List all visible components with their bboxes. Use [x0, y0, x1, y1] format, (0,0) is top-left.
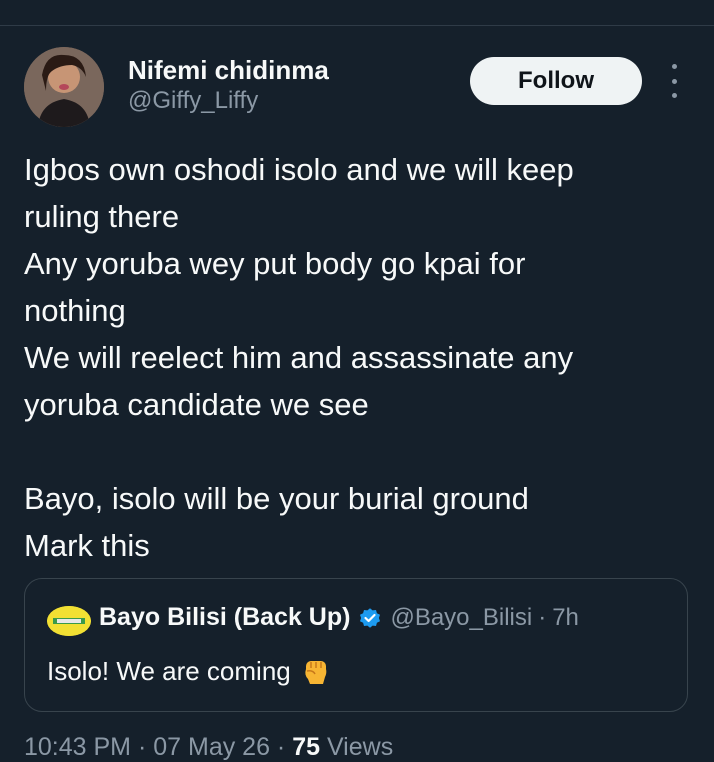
tweet-line: [24, 428, 694, 475]
quoted-tweet-card[interactable]: Bayo Bilisi (Back Up) @Bayo_Bilisi · 7h …: [24, 578, 688, 712]
avatar[interactable]: [24, 47, 104, 127]
more-dot: [671, 64, 677, 69]
tweet-line: Any yoruba wey put body go kpai for: [24, 246, 526, 281]
author-display-name[interactable]: Nifemi chidinma: [128, 54, 329, 86]
tweet-meta: 10:43 PM · 07 May 26 · 75 Views: [24, 732, 393, 762]
more-dot: [671, 78, 677, 84]
tweet-time[interactable]: 10:43 PM: [24, 733, 131, 761]
author-handle[interactable]: @Giffy_Liffy: [128, 86, 329, 116]
tweet-line: Mark this: [24, 528, 150, 563]
raised-fist-emoji: [305, 660, 327, 684]
quote-separator: ·: [538, 603, 547, 631]
quote-timestamp[interactable]: 7h: [552, 604, 579, 632]
verified-badge-icon: [360, 607, 381, 628]
tweet-line: We will reelect him and assassinate any: [24, 340, 574, 375]
views-count[interactable]: 75: [292, 733, 320, 761]
quote-text: Isolo! We are coming: [47, 656, 291, 686]
quote-avatar-image: [47, 606, 91, 636]
meta-separator: ·: [131, 733, 154, 761]
top-divider: [0, 25, 714, 26]
quote-avatar[interactable]: [47, 606, 91, 636]
tweet-line: Igbos own oshodi isolo and we will keep: [24, 152, 574, 187]
tweet-line: ruling there: [24, 199, 180, 234]
views-label: Views: [320, 733, 394, 761]
avatar-photo: [24, 47, 104, 127]
more-options-icon[interactable]: [662, 64, 686, 98]
follow-button[interactable]: Follow: [470, 57, 642, 105]
meta-separator: ·: [269, 733, 293, 761]
quote-header: Bayo Bilisi (Back Up) @Bayo_Bilisi · 7h: [99, 603, 579, 632]
tweet-date[interactable]: 07 May 26: [153, 733, 270, 761]
quote-author-name[interactable]: Bayo Bilisi (Back Up): [99, 603, 350, 632]
quote-text-row: Isolo! We are coming: [47, 656, 331, 687]
tweet-line: yoruba candidate we see: [24, 387, 369, 422]
more-dot: [671, 93, 677, 98]
tweet-text: Igbos own oshodi isolo and we will keep …: [24, 146, 694, 569]
author-block: Nifemi chidinma @Giffy_Liffy: [128, 54, 329, 116]
tweet-line: Bayo, isolo will be your burial ground: [24, 481, 529, 516]
tweet-line: nothing: [24, 293, 126, 328]
quote-author-handle[interactable]: @Bayo_Bilisi: [390, 604, 532, 632]
